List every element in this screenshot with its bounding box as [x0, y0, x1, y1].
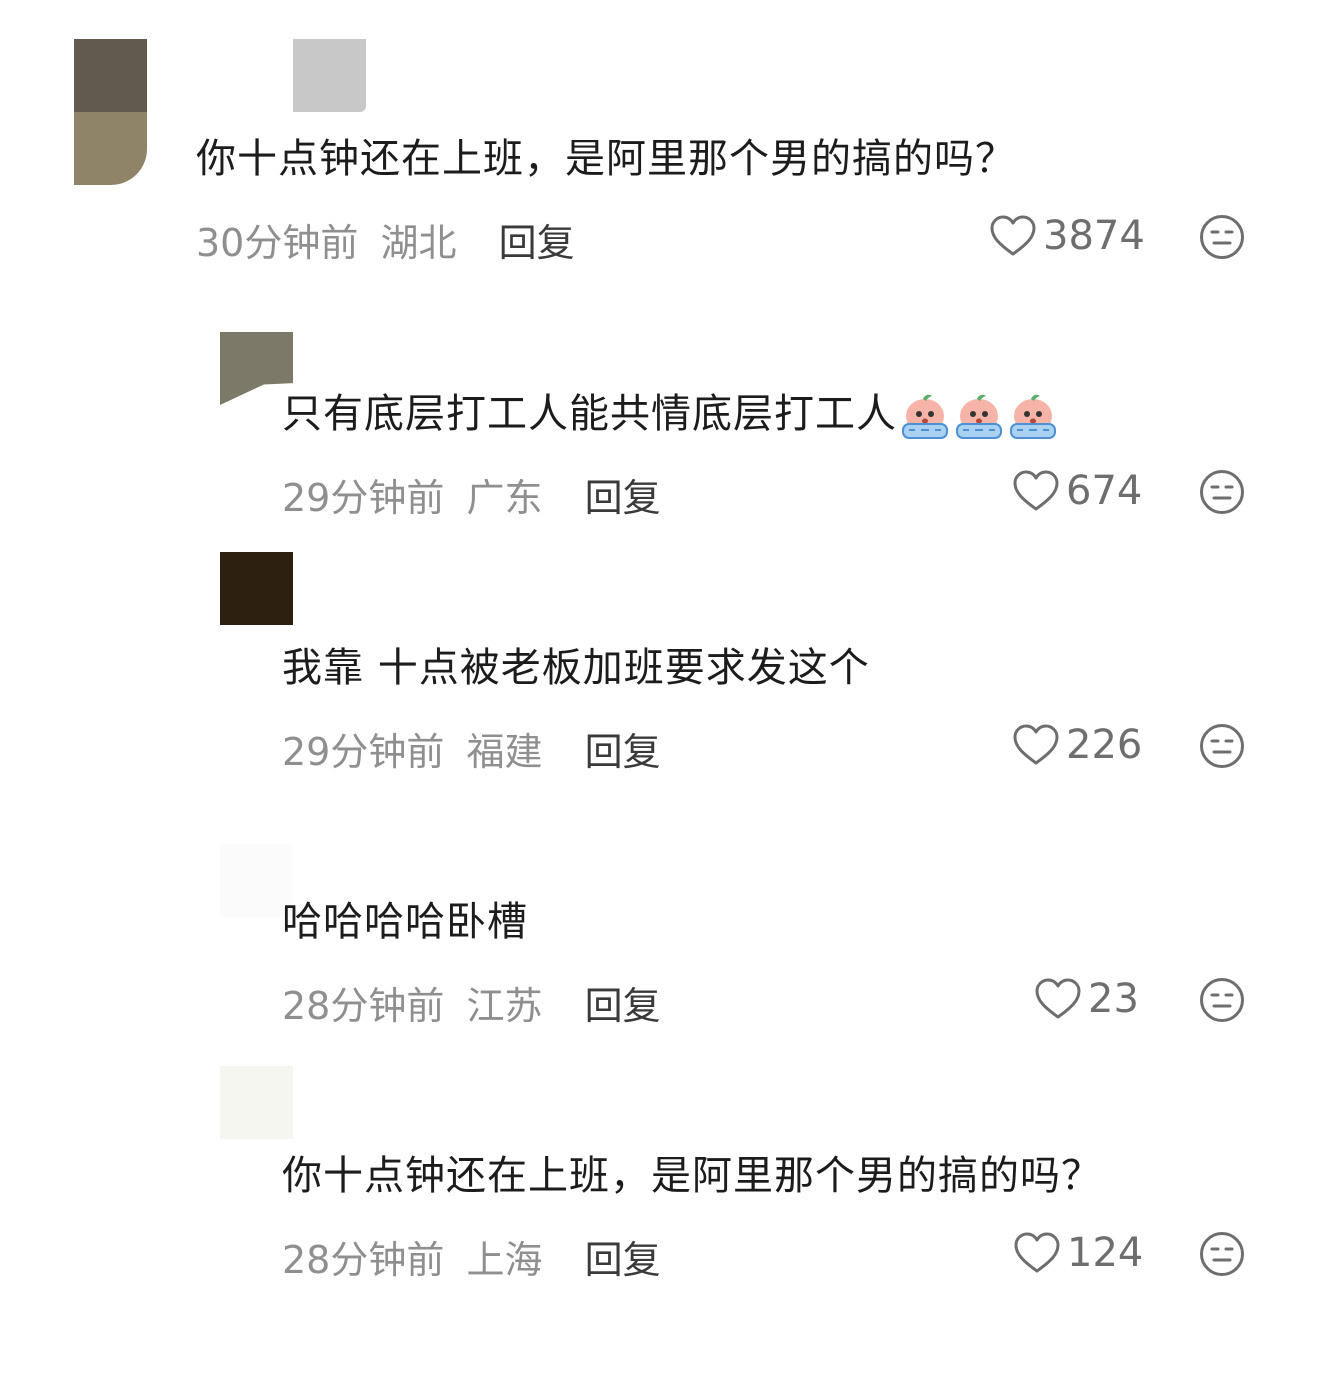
heart-icon [1013, 470, 1059, 511]
comment-time: 28分钟前 [282, 984, 445, 1028]
like-count: 23 [1088, 976, 1139, 1022]
comment-meta: 28分钟前 上海 回复 [282, 1236, 661, 1284]
comment-location: 上海 [466, 1238, 543, 1282]
comment-meta: 28分钟前 江苏 回复 [282, 982, 661, 1030]
like-count: 674 [1066, 468, 1143, 514]
heart-icon [990, 215, 1036, 256]
like-button[interactable]: 674 [1012, 467, 1142, 515]
comment-text: 只有底层打工人能共情底层打工人 [282, 389, 1059, 442]
reply-button[interactable]: 回复 [585, 476, 661, 520]
comment-meta: 29分钟前 福建 回复 [282, 728, 661, 776]
avatar[interactable] [74, 39, 147, 185]
comment-time: 28分钟前 [282, 1238, 445, 1282]
crying-peach-emoji [956, 394, 1002, 439]
comment-location: 福建 [466, 730, 543, 774]
comment-text: 我靠 十点被老板加班要求发这个 [282, 645, 870, 691]
dislike-face-icon[interactable] [1199, 469, 1245, 515]
comment-time: 29分钟前 [282, 476, 445, 520]
reply-button[interactable]: 回复 [499, 221, 575, 265]
like-count: 3874 [1043, 213, 1145, 259]
comment-location: 广东 [466, 476, 543, 520]
like-button[interactable]: 3874 [989, 212, 1145, 260]
like-button[interactable]: 226 [1012, 721, 1142, 769]
comment-meta: 30分钟前 湖北 回复 [196, 219, 575, 267]
comment-time: 29分钟前 [282, 730, 445, 774]
reply-button[interactable]: 回复 [585, 1238, 661, 1282]
comment-location: 湖北 [380, 221, 457, 265]
like-button[interactable]: 124 [1013, 1229, 1143, 1277]
dislike-face-icon[interactable] [1199, 214, 1245, 260]
comment-time: 30分钟前 [196, 221, 359, 265]
heart-icon [1013, 724, 1059, 765]
dislike-face-icon[interactable] [1199, 977, 1245, 1023]
comment-text: 你十点钟还在上班，是阿里那个男的搞的吗？ [196, 136, 1016, 182]
comment-text: 哈哈哈哈卧槽 [282, 899, 528, 945]
crying-peach-emoji [902, 394, 948, 439]
comment-text: 你十点钟还在上班，是阿里那个男的搞的吗？ [282, 1153, 1102, 1199]
like-count: 124 [1067, 1230, 1144, 1276]
comment-text-content: 只有底层打工人能共情底层打工人 [282, 391, 897, 437]
heart-icon [1035, 978, 1081, 1019]
like-button[interactable]: 23 [1034, 975, 1139, 1023]
comment-location: 江苏 [466, 984, 543, 1028]
heart-icon [1014, 1232, 1060, 1273]
avatar[interactable] [220, 1066, 293, 1139]
like-count: 226 [1066, 722, 1143, 768]
comment-meta: 29分钟前 广东 回复 [282, 474, 661, 522]
reply-button[interactable]: 回复 [585, 984, 661, 1028]
dislike-face-icon[interactable] [1199, 1231, 1245, 1277]
dislike-face-icon[interactable] [1199, 723, 1245, 769]
reply-button[interactable]: 回复 [585, 730, 661, 774]
crying-peach-emoji [1010, 394, 1056, 439]
username-blurred[interactable] [293, 39, 366, 112]
avatar[interactable] [220, 552, 293, 625]
